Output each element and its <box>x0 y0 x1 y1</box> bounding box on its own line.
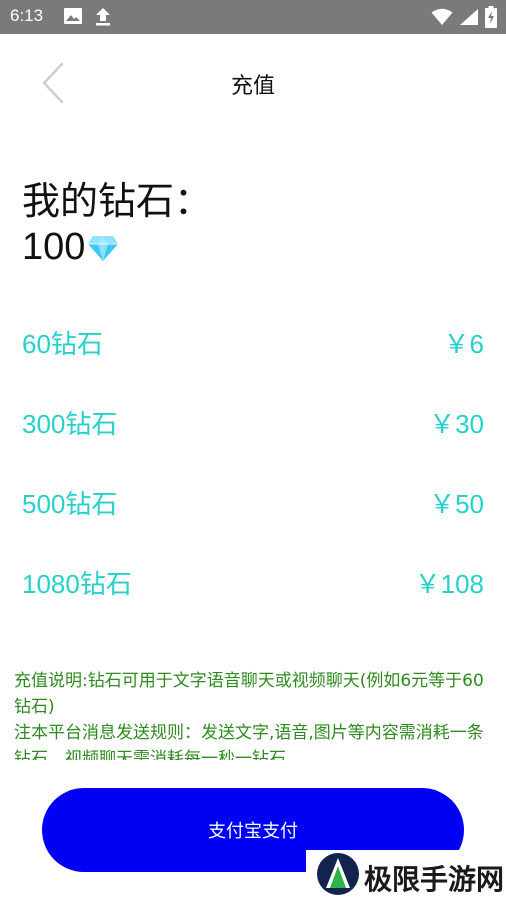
package-name: 500钻石 <box>22 489 118 519</box>
signal-icon <box>460 9 478 25</box>
watermark: 极限手游网 <box>306 850 506 900</box>
package-item-500[interactable]: 500钻石 ￥50 <box>0 470 506 534</box>
recharge-notes: 充值说明:钻石可用于文字语音聊天或视频聊天(例如6元等于60钻石) 注本平台消息… <box>14 668 496 760</box>
balance-row: 100 <box>22 226 119 270</box>
notes-line-2: 注本平台消息发送规则：发送文字,语音,图片等内容需消耗一条钻石，视频聊天需消耗每… <box>14 723 484 760</box>
status-time: 6:13 <box>10 6 44 25</box>
package-price: ￥108 <box>414 569 484 599</box>
watermark-logo-icon <box>317 853 359 895</box>
package-item-1080[interactable]: 1080钻石 ￥108 <box>0 550 506 614</box>
balance-label: 我的钻石： <box>22 179 213 223</box>
balance-value: 100 <box>22 226 86 268</box>
package-price: ￥6 <box>443 329 484 359</box>
wifi-icon <box>431 8 453 25</box>
image-icon <box>64 8 82 24</box>
package-name: 1080钻石 <box>22 569 132 599</box>
watermark-text: 极限手游网 <box>364 863 505 896</box>
battery-icon <box>485 6 497 28</box>
package-item-300[interactable]: 300钻石 ￥30 <box>0 390 506 454</box>
upload-icon <box>96 8 110 26</box>
status-bar: 6:13 <box>0 0 506 34</box>
diamond-icon <box>88 235 119 261</box>
header: 充值 <box>0 34 506 132</box>
notes-line-1: 充值说明:钻石可用于文字语音聊天或视频聊天(例如6元等于60钻石) <box>14 671 484 717</box>
package-name: 60钻石 <box>22 329 103 359</box>
package-price: ￥50 <box>429 489 484 519</box>
page-title: 充值 <box>230 74 275 99</box>
package-price: ￥30 <box>429 409 484 439</box>
package-name: 300钻石 <box>22 409 118 439</box>
package-item-60[interactable]: 60钻石 ￥6 <box>0 310 506 374</box>
